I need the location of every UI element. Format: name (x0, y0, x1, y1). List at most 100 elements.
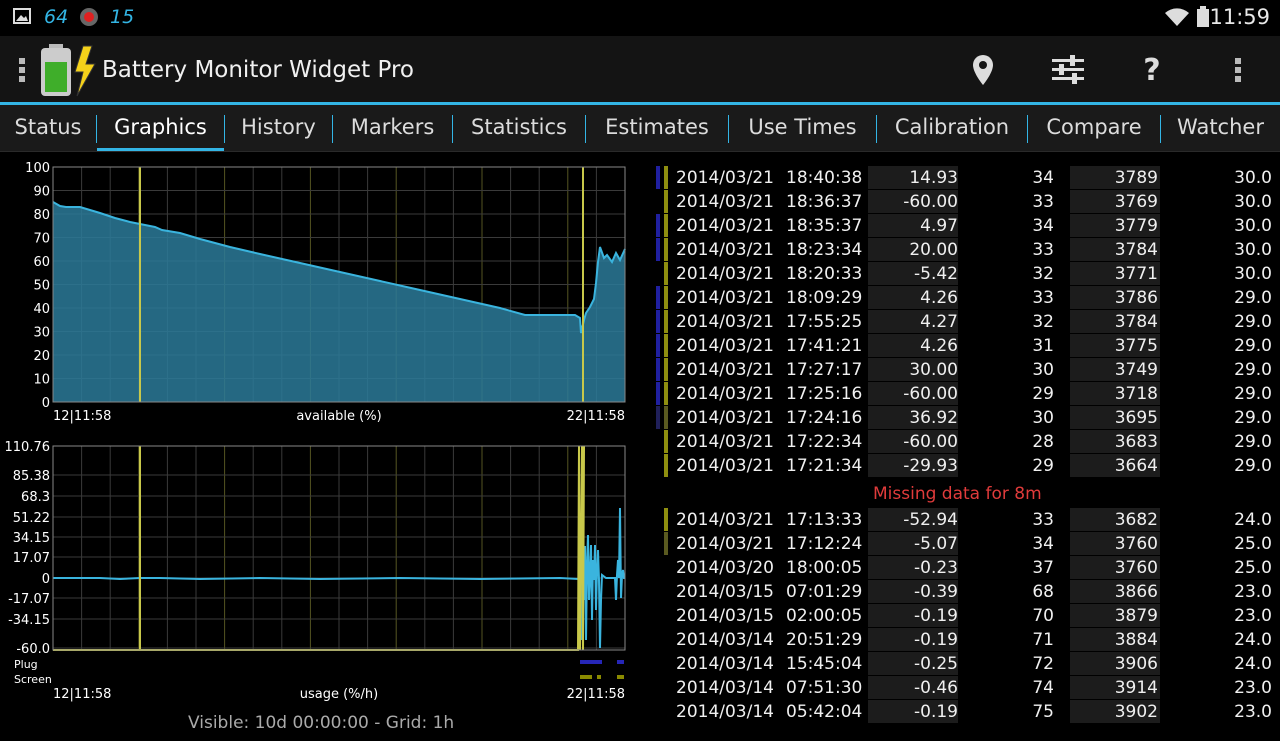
table-row[interactable]: 2014/03/21 17:13:33 -52.94 33 3682 24.0 (650, 508, 1280, 532)
table-row[interactable]: 2014/03/14 05:42:04 -0.19 75 3902 23.0 (650, 700, 1280, 724)
app-title: Battery Monitor Widget Pro (102, 57, 414, 83)
table-row[interactable]: 2014/03/21 17:24:16 36.92 30 3695 29.0 (650, 406, 1280, 430)
date-cell: 2014/03/14 (676, 678, 774, 698)
charts-panel[interactable]: 1009080706050403020100 12|11:58 availabl… (0, 152, 640, 741)
percent-cell: 72 (1032, 654, 1054, 674)
table-row[interactable]: 2014/03/21 18:23:34 20.00 33 3784 30.0 (650, 238, 1280, 262)
date-cell: 2014/03/21 (676, 336, 774, 356)
table-row[interactable]: 2014/03/21 17:55:25 4.27 32 3784 29.0 (650, 310, 1280, 334)
rate-cell: -29.93 (903, 456, 958, 476)
plug-indicator (656, 556, 660, 579)
percent-cell: 29 (1032, 384, 1054, 404)
temperature-cell: 24.0 (1234, 510, 1272, 530)
voltage-cell: 3902 (1114, 702, 1158, 722)
time-cell: 18:09:29 (786, 288, 863, 308)
table-row[interactable]: 2014/03/21 17:25:16 -60.00 29 3718 29.0 (650, 382, 1280, 406)
wifi-icon (1164, 6, 1190, 33)
tab-watcher[interactable]: Watcher (1161, 105, 1280, 151)
tab-bar: Status Graphics History Markers Statisti… (0, 105, 1280, 152)
voltage-cell: 3760 (1114, 558, 1158, 578)
percent-cell: 33 (1032, 240, 1054, 260)
rate-cell: 4.26 (920, 288, 958, 308)
help-icon[interactable]: ? (1136, 52, 1168, 88)
notif-count-64: 64 (44, 6, 69, 28)
tab-estimates[interactable]: Estimates (586, 105, 728, 151)
table-row[interactable]: 2014/03/21 18:36:37 -60.00 33 3769 30.0 (650, 190, 1280, 214)
rate-cell: 14.93 (909, 168, 958, 188)
table-row[interactable]: 2014/03/21 17:22:34 -60.00 28 3683 29.0 (650, 430, 1280, 454)
table-row[interactable]: 2014/03/14 07:51:30 -0.46 74 3914 23.0 (650, 676, 1280, 700)
table-row[interactable]: 2014/03/15 02:00:05 -0.19 70 3879 23.0 (650, 604, 1280, 628)
usage-y-tick-label: 17.07 (13, 551, 50, 566)
table-row[interactable]: 2014/03/21 18:09:29 4.26 33 3786 29.0 (650, 286, 1280, 310)
history-table[interactable]: 2014/03/21 18:40:38 14.93 34 3789 30.0 2014/03… (650, 166, 1280, 478)
percent-cell: 70 (1032, 606, 1054, 626)
screen-bar (597, 675, 601, 679)
table-row[interactable]: 2014/03/21 17:12:24 -5.07 34 3760 25.0 (650, 532, 1280, 556)
rate-cell: -0.23 (914, 558, 958, 578)
location-icon[interactable] (966, 52, 1000, 88)
image-icon (12, 6, 32, 31)
rate-cell: -60.00 (903, 432, 958, 452)
voltage-cell: 3914 (1114, 678, 1158, 698)
available-y-tick-label: 10 (33, 373, 50, 388)
table-row[interactable]: 2014/03/21 17:27:17 30.00 30 3749 29.0 (650, 358, 1280, 382)
tab-graphics[interactable]: Graphics (97, 105, 224, 151)
table-row[interactable]: 2014/03/15 07:01:29 -0.39 68 3866 23.0 (650, 580, 1280, 604)
tab-calibration[interactable]: Calibration (877, 105, 1027, 151)
time-cell: 17:55:25 (786, 312, 863, 332)
plug-indicator (656, 166, 660, 189)
plug-legend-label: Plug (14, 658, 38, 671)
temperature-cell: 29.0 (1234, 456, 1272, 476)
temperature-cell: 29.0 (1234, 312, 1272, 332)
percent-cell: 37 (1032, 558, 1054, 578)
tab-use-times[interactable]: Use Times (729, 105, 876, 151)
date-cell: 2014/03/14 (676, 702, 774, 722)
tab-markers[interactable]: Markers (333, 105, 452, 151)
voltage-cell: 3784 (1114, 240, 1158, 260)
tab-history[interactable]: History (225, 105, 332, 151)
rate-cell: 4.26 (920, 336, 958, 356)
tab-statistics[interactable]: Statistics (453, 105, 585, 151)
history-table-older[interactable]: 2014/03/21 17:13:33 -52.94 33 3682 24.0 2014/0… (650, 508, 1280, 724)
temperature-cell: 30.0 (1234, 192, 1272, 212)
tab-compare[interactable]: Compare (1028, 105, 1160, 151)
temperature-cell: 23.0 (1234, 702, 1272, 722)
table-row[interactable]: 2014/03/21 18:20:33 -5.42 32 3771 30.0 (650, 262, 1280, 286)
table-row[interactable]: 2014/03/20 18:00:05 -0.23 37 3760 25.0 (650, 556, 1280, 580)
drawer-menu-icon[interactable] (14, 52, 30, 88)
overflow-menu-icon[interactable] (1230, 52, 1246, 88)
screen-indicator (664, 286, 668, 309)
screen-indicator (664, 454, 668, 477)
time-cell: 05:42:04 (786, 702, 863, 722)
percent-cell: 75 (1032, 702, 1054, 722)
available-y-tick-label: 0 (42, 396, 50, 411)
table-row[interactable]: 2014/03/21 18:40:38 14.93 34 3789 30.0 (650, 166, 1280, 190)
table-row[interactable]: 2014/03/14 20:51:29 -0.19 71 3884 24.0 (650, 628, 1280, 652)
temperature-cell: 30.0 (1234, 168, 1272, 188)
time-cell: 18:40:38 (786, 168, 863, 188)
screen-indicator (664, 382, 668, 405)
table-row[interactable]: 2014/03/21 17:21:34 -29.93 29 3664 29.0 (650, 454, 1280, 478)
temperature-cell: 29.0 (1234, 336, 1272, 356)
table-row[interactable]: 2014/03/21 17:41:21 4.26 31 3775 29.0 (650, 334, 1280, 358)
time-cell: 17:13:33 (786, 510, 863, 530)
plug-indicator (656, 430, 660, 453)
rate-cell: -0.19 (914, 606, 958, 626)
voltage-cell: 3879 (1114, 606, 1158, 626)
rate-cell: -5.07 (914, 534, 958, 554)
tab-status[interactable]: Status (0, 105, 96, 151)
usage-y-tick-label: 110.76 (5, 440, 51, 455)
available-y-tick-label: 40 (33, 302, 50, 317)
usage-x-left: 12|11:58 (53, 687, 111, 702)
table-row[interactable]: 2014/03/21 18:35:37 4.97 34 3779 30.0 (650, 214, 1280, 238)
plug-indicator (656, 454, 660, 477)
date-cell: 2014/03/21 (676, 360, 774, 380)
sliders-icon[interactable] (1048, 52, 1088, 88)
date-cell: 2014/03/14 (676, 654, 774, 674)
plug-indicator (656, 238, 660, 261)
temperature-cell: 23.0 (1234, 678, 1272, 698)
table-row[interactable]: 2014/03/14 15:45:04 -0.25 72 3906 24.0 (650, 652, 1280, 676)
voltage-cell: 3866 (1114, 582, 1158, 602)
temperature-cell: 30.0 (1234, 240, 1272, 260)
